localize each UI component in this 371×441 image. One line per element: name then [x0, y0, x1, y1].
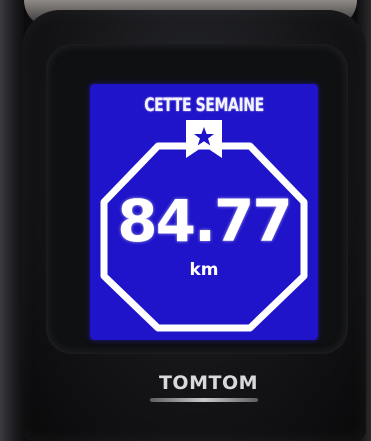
bookmark-star-icon	[186, 120, 222, 158]
distance-value: 84.77	[117, 187, 292, 255]
brand-underline	[150, 398, 258, 402]
distance-unit: km	[189, 260, 219, 280]
brand-logo: TOMTOM	[158, 372, 259, 394]
week-label: CETTE SEMAINE	[144, 94, 264, 116]
watch-screen: CETTE SEMAINE 84.77 km	[90, 84, 318, 340]
